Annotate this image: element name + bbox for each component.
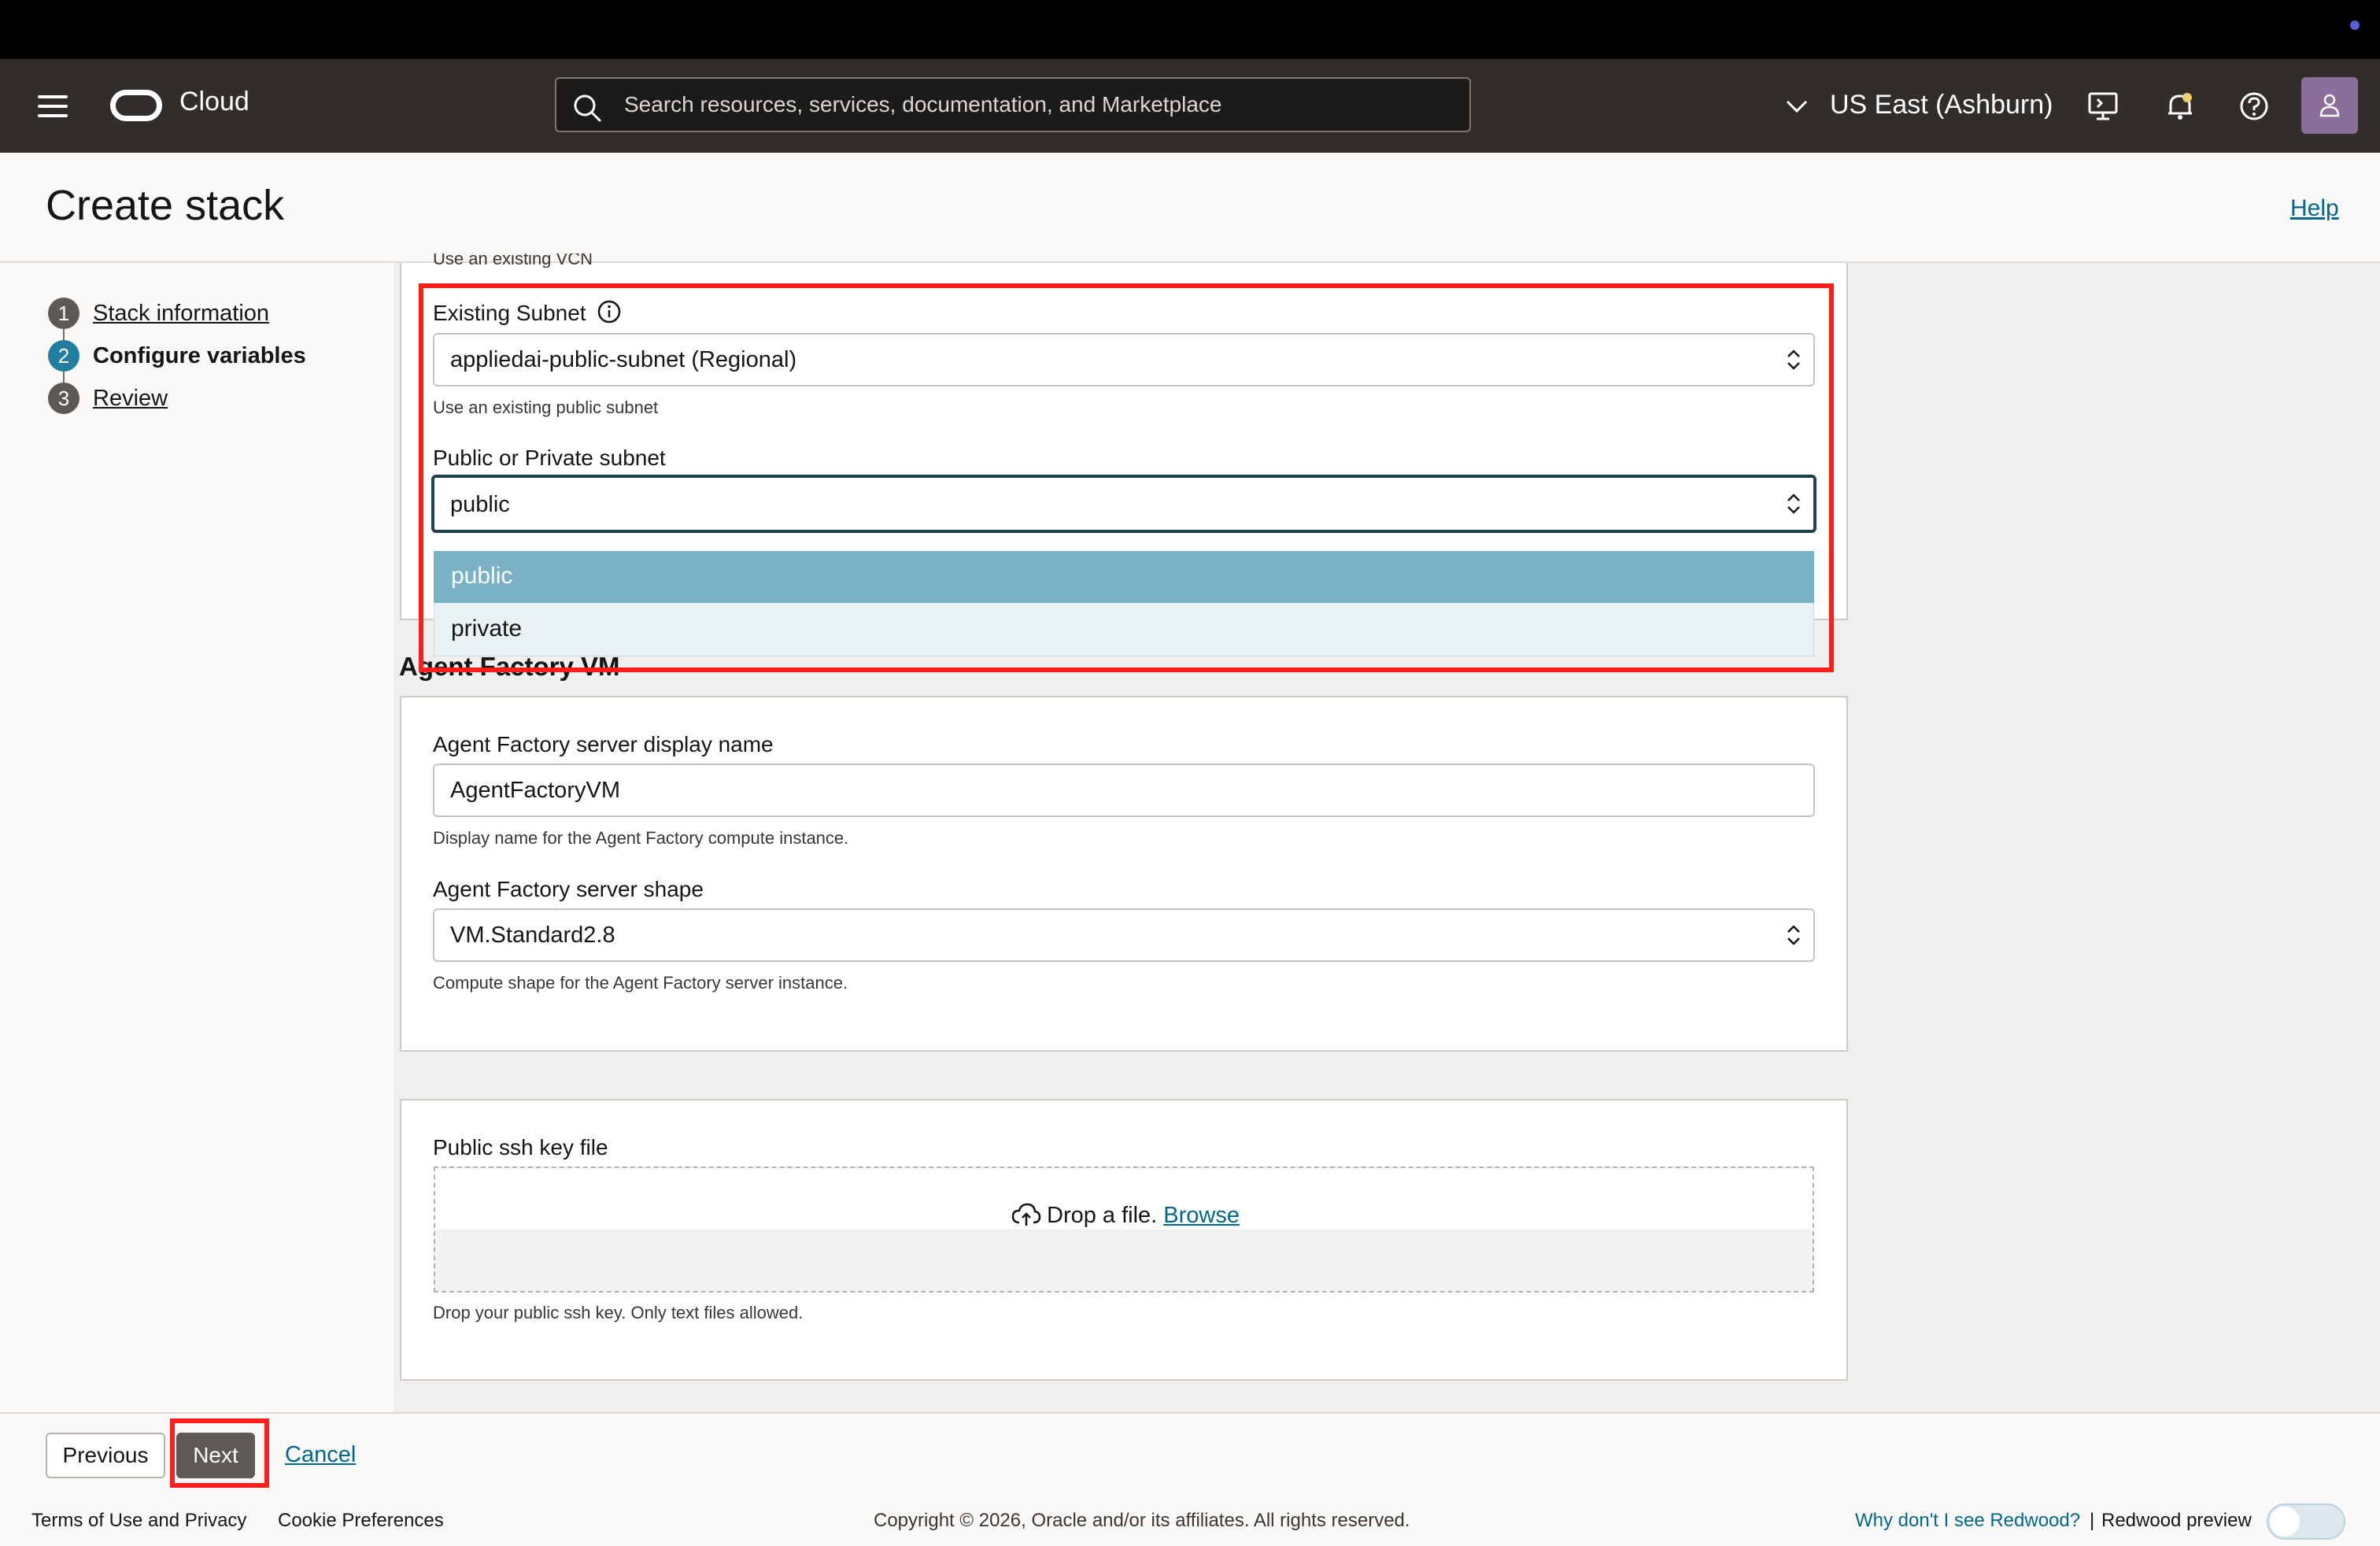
display-name-value: AgentFactoryVM [450,778,620,803]
step-2-number: 2 [48,340,79,372]
chevron-down-icon[interactable] [1783,93,1810,120]
ssh-key-help: Drop your public ssh key. Only text file… [433,1303,804,1322]
previous-button[interactable]: Previous [46,1433,165,1478]
cloud-shell-icon[interactable] [2086,89,2120,124]
server-shape-label: Agent Factory server shape [433,877,704,901]
region-selector[interactable]: US East (Ashburn) [1830,90,2053,120]
hamburger-menu-icon[interactable] [38,95,68,117]
notifications-bell-icon[interactable] [2163,89,2197,124]
redwood-preview-label: Redwood preview [2101,1510,2252,1531]
page-title: Create stack [46,182,285,229]
cookie-preferences-link[interactable]: Cookie Preferences [278,1510,444,1532]
help-icon[interactable] [2237,89,2271,124]
drop-file-label: Drop a file. [1047,1203,1158,1228]
copyright-text: Copyright © 2026, Oracle and/or its affi… [874,1510,1410,1531]
terms-link[interactable]: Terms of Use and Privacy [31,1510,246,1532]
search-placeholder[interactable]: Search resources, services, documentatio… [624,92,1222,117]
why-redwood-link[interactable]: Why don't I see Redwood? [1855,1510,2080,1532]
vcn-help-text: Use an existing VCN [433,253,593,268]
server-shape-help: Compute shape for the Agent Factory serv… [433,973,848,993]
cancel-link[interactable]: Cancel [285,1442,356,1468]
footer-separator: | [2090,1510,2095,1531]
search-icon [574,94,601,122]
step-review[interactable]: Review [93,386,168,412]
select-arrows-icon [1787,925,1800,945]
drop-file-text: Drop a file. Browse [1047,1203,1240,1229]
step-1-number: 1 [48,298,79,329]
cloud-upload-icon [1011,1203,1041,1226]
step-3-number: 3 [48,383,79,414]
step-configure-variables: Configure variables [93,343,306,368]
highlight-next [170,1418,269,1488]
oracle-logo-icon[interactable] [110,90,162,121]
display-name-input[interactable] [433,764,1815,817]
wizard-actions-bar [0,1412,2380,1497]
ssh-key-dropzone[interactable] [434,1167,1814,1293]
help-link[interactable]: Help [2290,195,2339,222]
ssh-key-label: Public ssh key file [433,1135,608,1160]
step-stack-information[interactable]: Stack information [93,301,269,327]
user-icon [2319,94,2340,117]
display-name-label: Agent Factory server display name [433,732,774,756]
page-title-bar [0,153,2380,263]
server-shape-value: VM.Standard2.8 [450,923,615,948]
browse-link[interactable]: Browse [1163,1203,1240,1228]
server-shape-select[interactable] [433,908,1815,962]
top-strip [0,0,2380,59]
wizard-stepper [0,263,394,1412]
display-name-help: Display name for the Agent Factory compu… [433,828,849,848]
profile-avatar[interactable] [2301,77,2358,134]
brand-label[interactable]: Cloud [179,87,249,117]
toggle-knob[interactable] [2270,1507,2300,1537]
status-dot [2350,20,2360,30]
highlight-subnet [419,283,1834,672]
